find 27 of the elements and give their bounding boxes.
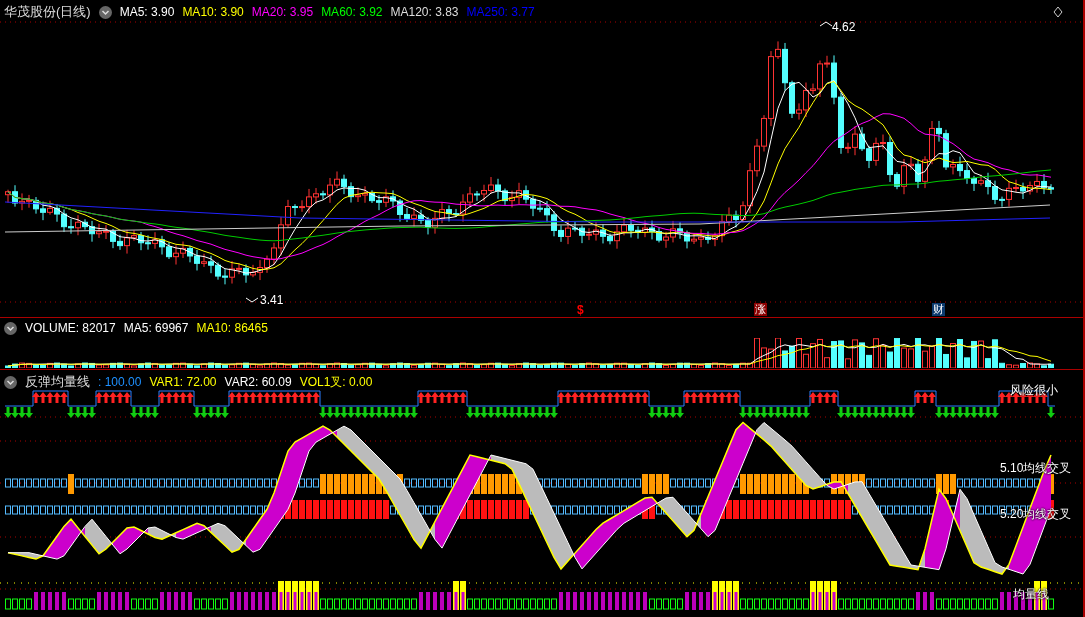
event-badge[interactable]: 财: [932, 303, 945, 316]
high-price-label: 4.62: [832, 20, 856, 34]
stock-title: 华茂股份(日线): [4, 3, 91, 21]
pointer-mark: [819, 21, 833, 27]
indicator-title: 反弹均量线: [25, 373, 90, 391]
event-badge[interactable]: 涨: [754, 303, 767, 316]
indicator-value: : 100.00: [98, 375, 142, 389]
indicator-value: VOLUME: 82017: [25, 321, 116, 335]
indicator-value: MA10: 3.90: [182, 5, 244, 19]
indicator-value: MA120: 3.83: [390, 5, 459, 19]
indicator-value: MA5: 3.90: [119, 5, 175, 19]
indicator-value: MA20: 3.95: [251, 5, 314, 19]
pointer-mark: [245, 297, 259, 303]
indicator-value: MA10: 86465: [196, 321, 268, 335]
indicator-value: VAR1: 72.00: [149, 375, 217, 389]
event-symbol[interactable]: $: [577, 304, 584, 317]
diamond-icon[interactable]: [1053, 6, 1063, 18]
indicator-value: MA250: 3.77: [466, 5, 535, 19]
collapse-icon[interactable]: [4, 321, 17, 335]
indicator-value: VOL1叉: 0.00: [299, 373, 373, 391]
indicator-value: VAR2: 60.09: [224, 375, 292, 389]
low-price-label: 3.41: [260, 293, 284, 307]
indicator-value: MA5: 69967: [123, 321, 189, 335]
signal-label: 风险很小: [1010, 382, 1058, 399]
collapse-icon[interactable]: [98, 5, 112, 19]
indicator-value: MA60: 3.92: [321, 5, 383, 19]
collapse-icon[interactable]: [4, 375, 17, 389]
